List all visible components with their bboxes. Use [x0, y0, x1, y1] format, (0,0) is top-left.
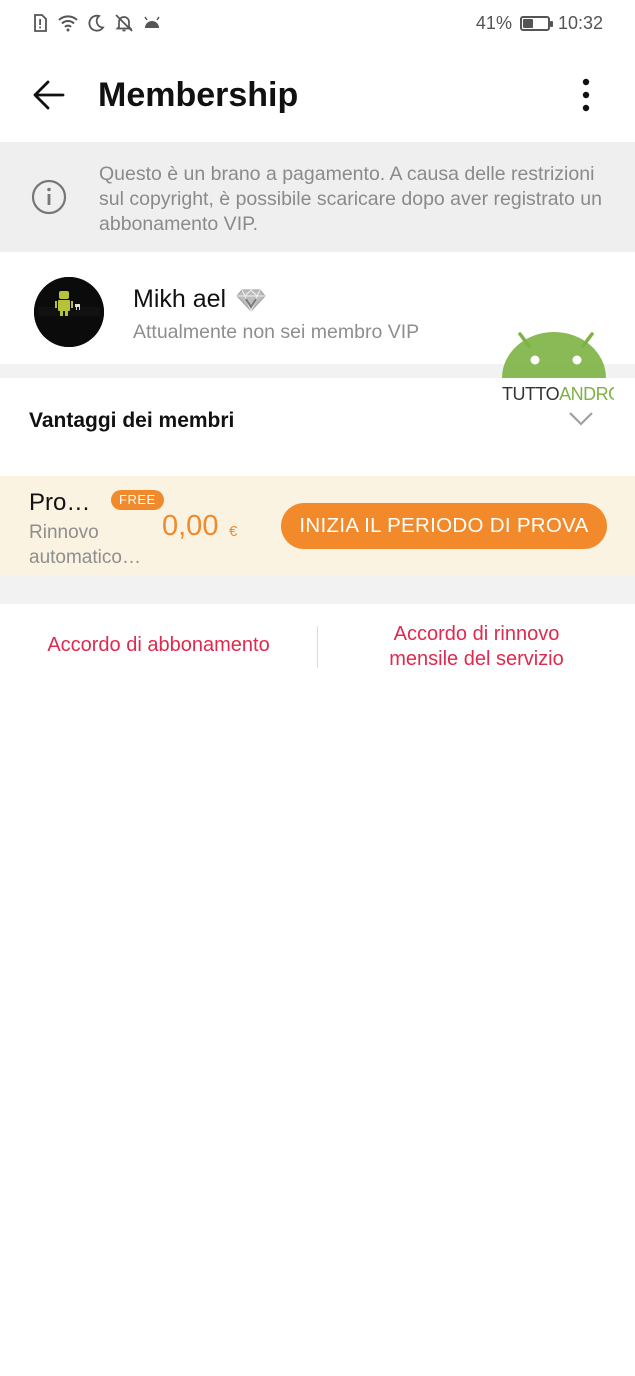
- avatar-image: [34, 277, 104, 347]
- copyright-notice: Questo è un brano a pagamento. A causa d…: [0, 142, 635, 252]
- plan-name: Pro…: [29, 489, 91, 516]
- section-divider-2: [0, 576, 635, 604]
- auto-renew-text: Rinnovo automatico…: [29, 522, 141, 568]
- arrow-left-icon: [33, 80, 65, 110]
- avatar[interactable]: [34, 277, 104, 347]
- agreements-row: Accordo di abbonamento Accordo di rinnov…: [0, 604, 635, 690]
- battery-percent: 41%: [475, 12, 512, 33]
- status-icons-right: 41% 10:32: [476, 13, 603, 34]
- benefits-label: Vantaggi dei membri: [29, 409, 235, 432]
- watermark-text-tutto: TUTTO: [502, 384, 560, 404]
- bell-off-icon: [115, 14, 133, 32]
- chevron-down-icon: [569, 412, 593, 426]
- free-badge: FREE: [111, 490, 164, 510]
- sim-alert-icon: [34, 14, 47, 32]
- vip-status-text: Attualmente non sei membro VIP: [133, 321, 420, 343]
- svg-text:TUTTOANDROID: TUTTOANDROID: [502, 384, 614, 404]
- page-title: Membership: [98, 76, 299, 114]
- subscription-agreement-link[interactable]: Accordo di abbonamento: [0, 634, 317, 657]
- diamond-icon: [236, 289, 266, 312]
- more-vertical-icon: [582, 78, 590, 112]
- more-options-button[interactable]: [565, 74, 607, 116]
- battery-icon: [519, 15, 553, 31]
- plan-currency: €: [229, 523, 238, 540]
- notice-text: Questo è un brano a pagamento. A causa d…: [99, 163, 602, 235]
- clock: 10:32: [557, 12, 603, 33]
- monthly-renewal-agreement-link[interactable]: Accordo di rinnovo mensile del servizio: [318, 622, 635, 672]
- info-icon: [31, 179, 67, 215]
- user-name-row: Mikh ael: [133, 285, 266, 314]
- renewal-link-line-1: Accordo di rinnovo: [393, 623, 560, 645]
- watermark-android-logo: TUTTOANDROID: [502, 332, 635, 404]
- watermark-text-android: ANDROID: [559, 384, 614, 404]
- wifi-icon: [58, 15, 78, 32]
- user-name: Mikh ael: [133, 285, 227, 313]
- app-bar: Membership: [0, 46, 635, 142]
- android-icon: [144, 16, 160, 28]
- plan-price: 0,00: [162, 510, 219, 542]
- renewal-link-line-2: mensile del servizio: [389, 648, 564, 670]
- status-bar: 41% 10:32: [0, 0, 635, 46]
- plan-row: Pro… FREE Rinnovo automatico… 0,00 € INI…: [0, 476, 635, 576]
- status-icons-left: [30, 13, 162, 33]
- start-trial-button[interactable]: INIZIA IL PERIODO DI PROVA: [281, 503, 607, 549]
- tuttoandroid-watermark: TUTTOANDROID: [498, 320, 635, 404]
- battery-level: [522, 18, 533, 28]
- back-button[interactable]: [28, 74, 70, 116]
- moon-icon: [88, 14, 105, 32]
